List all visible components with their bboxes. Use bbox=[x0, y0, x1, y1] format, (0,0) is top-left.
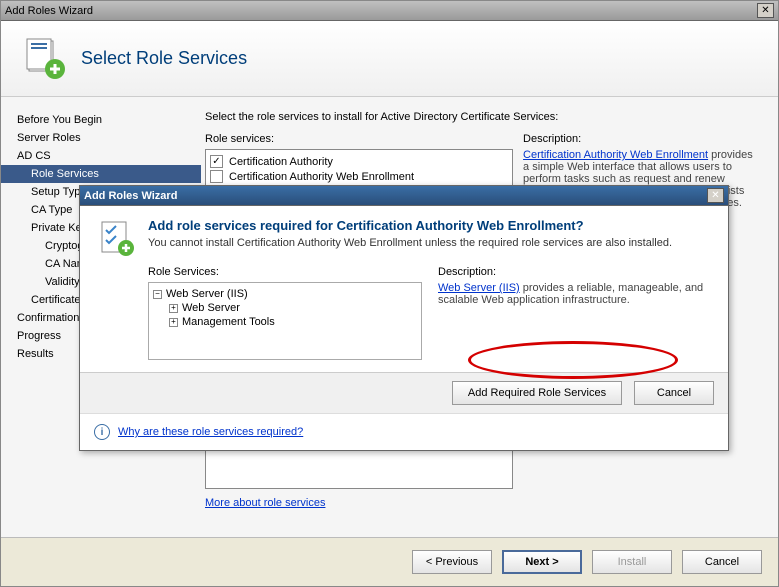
tree-child-label: Web Server bbox=[182, 302, 240, 314]
why-required-link[interactable]: Why are these role services required? bbox=[118, 426, 303, 438]
dialog-description: Web Server (IIS) provides a reliable, ma… bbox=[438, 282, 712, 306]
main-titlebar: Add Roles Wizard ✕ bbox=[1, 1, 778, 21]
main-close-button[interactable]: ✕ bbox=[757, 3, 774, 18]
tree-child[interactable]: + Web Server bbox=[153, 301, 417, 315]
nav-item-before-you-begin[interactable]: Before You Begin bbox=[1, 111, 201, 129]
add-required-button[interactable]: Add Required Role Services bbox=[452, 381, 622, 405]
nav-item-role-services[interactable]: Role Services bbox=[1, 165, 201, 183]
role-services-label: Role services: bbox=[205, 133, 513, 145]
dialog-titlebar: Add Roles Wizard ✕ bbox=[80, 186, 728, 206]
expand-icon[interactable]: + bbox=[169, 318, 178, 327]
more-about-link[interactable]: More about role services bbox=[205, 497, 325, 509]
previous-button[interactable]: < Previous bbox=[412, 550, 492, 574]
dialog-role-label: Role Services: bbox=[148, 266, 422, 278]
tree-root-label: Web Server (IIS) bbox=[166, 288, 248, 300]
server-role-icon bbox=[19, 33, 71, 85]
wizard-icon bbox=[96, 218, 136, 258]
instruction-text: Select the role services to install for … bbox=[205, 111, 760, 123]
tree-root[interactable]: − Web Server (IIS) bbox=[153, 287, 417, 301]
service-label: Certification Authority bbox=[229, 156, 333, 168]
collapse-icon[interactable]: − bbox=[153, 290, 162, 299]
dialog-help-row: i Why are these role services required? bbox=[80, 413, 728, 450]
description-link[interactable]: Certification Authority Web Enrollment bbox=[523, 149, 708, 161]
install-button[interactable]: Install bbox=[592, 550, 672, 574]
dialog-close-button[interactable]: ✕ bbox=[707, 188, 724, 203]
checkbox-icon[interactable] bbox=[210, 170, 223, 183]
service-label: Certification Authority Web Enrollment bbox=[229, 171, 414, 183]
wizard-header: Select Role Services bbox=[1, 21, 778, 97]
dialog-title: Add Roles Wizard bbox=[84, 190, 707, 202]
required-services-dialog: Add Roles Wizard ✕ Add role services req… bbox=[79, 185, 729, 451]
service-row[interactable]: Certification Authority Web Enrollment bbox=[210, 169, 508, 184]
dialog-message: You cannot install Certification Authori… bbox=[148, 237, 672, 249]
service-row[interactable]: ✓ Certification Authority bbox=[210, 154, 508, 169]
tree-child[interactable]: + Management Tools bbox=[153, 315, 417, 329]
wizard-footer: < Previous Next > Install Cancel bbox=[1, 537, 778, 586]
dialog-footer: Add Required Role Services Cancel bbox=[80, 372, 728, 413]
info-icon: i bbox=[94, 424, 110, 440]
dialog-desc-label: Description: bbox=[438, 266, 712, 278]
dialog-cancel-button[interactable]: Cancel bbox=[634, 381, 714, 405]
nav-item-server-roles[interactable]: Server Roles bbox=[1, 129, 201, 147]
dialog-heading: Add role services required for Certifica… bbox=[148, 218, 672, 233]
nav-item-ad-cs[interactable]: AD CS bbox=[1, 147, 201, 165]
header-title: Select Role Services bbox=[81, 48, 247, 69]
main-title: Add Roles Wizard bbox=[5, 5, 757, 17]
dialog-desc-link[interactable]: Web Server (IIS) bbox=[438, 282, 520, 294]
checkbox-icon[interactable]: ✓ bbox=[210, 155, 223, 168]
role-tree[interactable]: − Web Server (IIS) + Web Server + Manage… bbox=[148, 282, 422, 360]
expand-icon[interactable]: + bbox=[169, 304, 178, 313]
next-button[interactable]: Next > bbox=[502, 550, 582, 574]
tree-child-label: Management Tools bbox=[182, 316, 275, 328]
description-label: Description: bbox=[523, 133, 760, 145]
cancel-button[interactable]: Cancel bbox=[682, 550, 762, 574]
